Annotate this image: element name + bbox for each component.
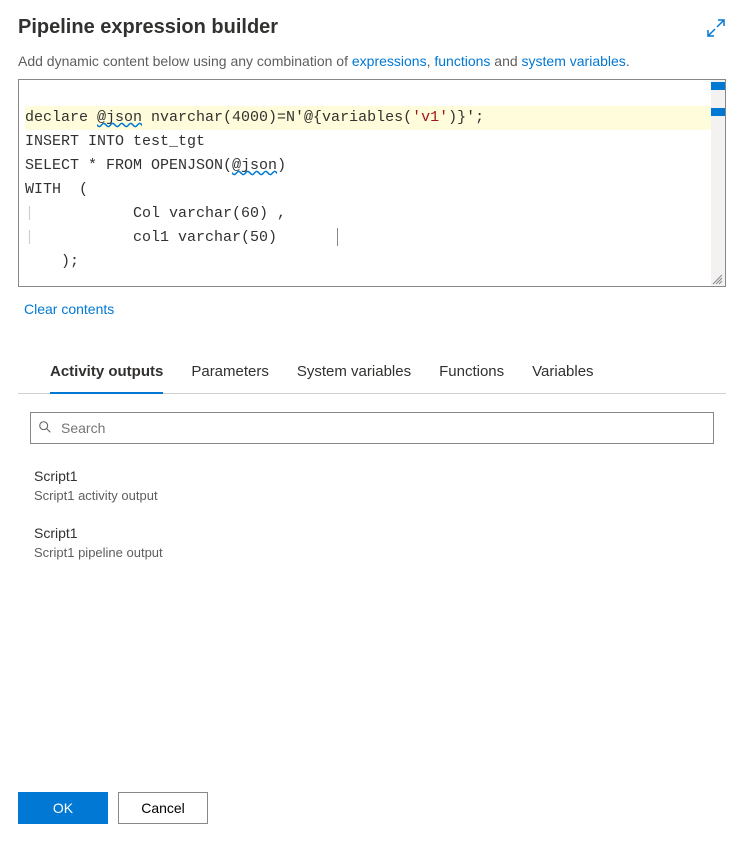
tab-functions[interactable]: Functions — [439, 353, 504, 394]
footer-buttons: OK Cancel — [18, 792, 208, 824]
cancel-button[interactable]: Cancel — [118, 792, 208, 824]
text-cursor-icon — [337, 228, 338, 246]
tab-variables[interactable]: Variables — [532, 353, 593, 394]
help-prefix: Add dynamic content below using any comb… — [18, 53, 352, 69]
expand-icon[interactable] — [706, 18, 726, 38]
expression-editor[interactable]: declare @json nvarchar(4000)=N'@{variabl… — [18, 79, 726, 287]
list-item[interactable]: Script1 Script1 activity output — [34, 468, 726, 503]
scroll-mark — [711, 108, 725, 116]
help-sep2: and — [490, 53, 521, 69]
link-expressions[interactable]: expressions — [352, 53, 427, 69]
link-functions[interactable]: functions — [434, 53, 490, 69]
scroll-mark — [711, 82, 725, 90]
search-input[interactable] — [30, 412, 714, 444]
page-title: Pipeline expression builder — [18, 16, 278, 39]
item-subtitle: Script1 pipeline output — [34, 545, 726, 560]
activity-output-list: Script1 Script1 activity output Script1 … — [18, 468, 726, 560]
link-system-variables[interactable]: system variables — [522, 53, 626, 69]
code-area[interactable]: declare @json nvarchar(4000)=N'@{variabl… — [19, 80, 725, 286]
search-icon — [38, 420, 52, 434]
clear-contents-link[interactable]: Clear contents — [24, 301, 114, 317]
item-title: Script1 — [34, 468, 726, 484]
search-container — [30, 412, 714, 444]
item-title: Script1 — [34, 525, 726, 541]
resize-handle-icon[interactable] — [711, 272, 723, 284]
tab-activity-outputs[interactable]: Activity outputs — [50, 353, 163, 394]
help-text: Add dynamic content below using any comb… — [18, 53, 726, 69]
tab-bar: Activity outputs Parameters System varia… — [18, 353, 726, 394]
list-item[interactable]: Script1 Script1 pipeline output — [34, 525, 726, 560]
tab-parameters[interactable]: Parameters — [191, 353, 269, 394]
tab-system-variables[interactable]: System variables — [297, 353, 411, 394]
item-subtitle: Script1 activity output — [34, 488, 726, 503]
ok-button[interactable]: OK — [18, 792, 108, 824]
editor-scrollbar[interactable] — [711, 80, 725, 286]
help-suffix: . — [626, 53, 630, 69]
